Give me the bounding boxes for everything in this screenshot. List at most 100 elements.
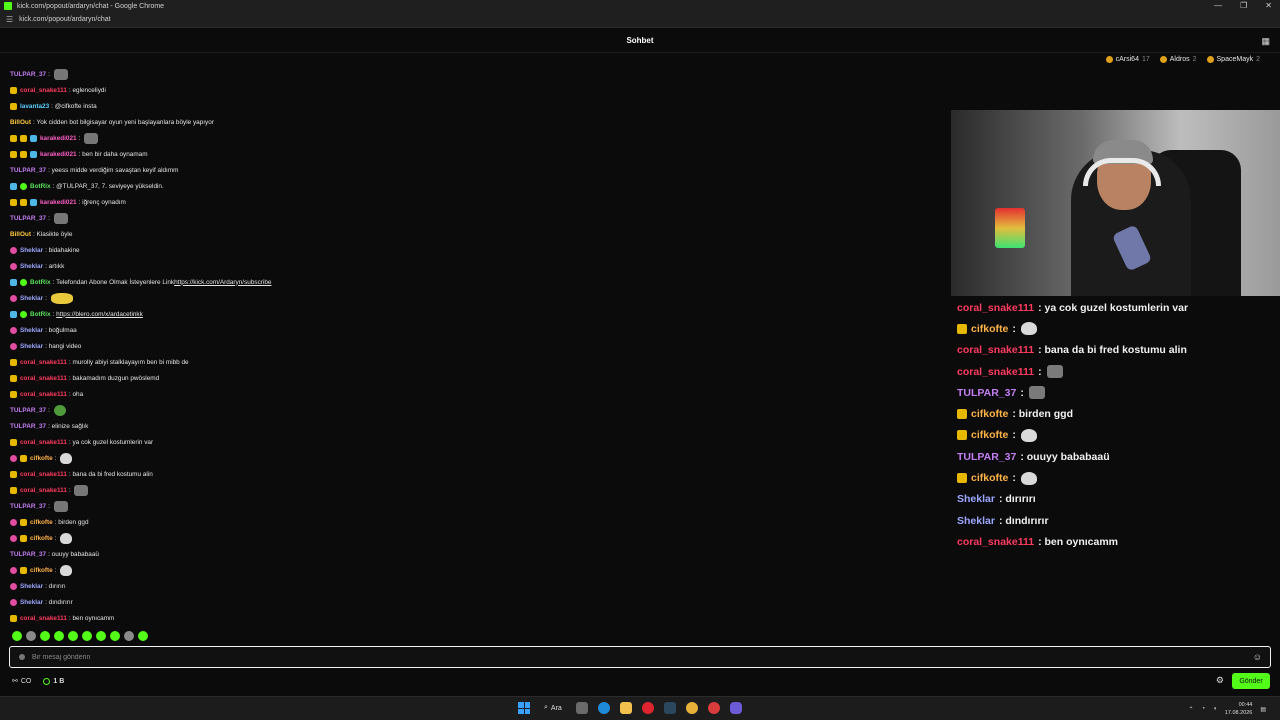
quick-emote-icon[interactable] [124,631,134,641]
chat-username[interactable]: BillOut [10,231,31,238]
chat-username[interactable]: Sheklar [20,583,43,590]
chat-username[interactable]: coral_snake111 [20,375,67,382]
chat-username[interactable]: coral_snake111 [20,487,67,494]
emote-icon[interactable] [53,212,68,224]
chat-link[interactable]: https://blero.com/x/ardacetinkk [56,311,143,318]
url-text[interactable]: kick.com/popout/ardaryn/chat [19,16,110,23]
taskbar-search[interactable]: ⌕ Ara [544,704,562,712]
chat-username[interactable]: BotRix [30,279,51,286]
subscriber-badge-icon[interactable] [10,374,17,382]
moderator-badge-icon[interactable] [30,198,37,206]
subscriber-badge-icon[interactable] [20,566,27,574]
quick-emote-icon[interactable] [96,631,106,641]
chat-username[interactable]: TULPAR_37 [10,503,46,510]
opera-icon[interactable] [641,702,654,714]
quick-emote-icon[interactable] [12,631,22,641]
chat-username[interactable]: BotRix [30,183,51,190]
subscriber-badge-icon[interactable] [10,470,17,478]
subscriber-badge-icon[interactable] [10,102,17,110]
subscriber-badge-icon[interactable] [10,614,17,622]
vip-badge-icon[interactable] [10,246,17,254]
edge-icon[interactable] [597,702,610,714]
task-view-icon[interactable] [575,702,588,714]
emote-icon[interactable] [53,68,68,80]
maximize-button[interactable]: ❐ [1240,0,1247,12]
subscriber-badge-icon[interactable] [20,534,27,542]
verified-badge-icon[interactable] [20,310,27,318]
quick-emote-icon[interactable] [68,631,78,641]
windows-start-icon[interactable] [518,702,530,714]
chat-username[interactable]: TULPAR_37 [10,407,46,414]
chat-username[interactable]: Sheklar [20,263,43,270]
verified-badge-icon[interactable] [20,182,27,190]
chat-username[interactable]: lavanta23 [20,103,49,110]
wifi-icon[interactable]: ◔ [1202,706,1206,712]
vip-badge-icon[interactable] [10,566,17,574]
chat-username[interactable]: BotRix [30,311,51,318]
quick-emote-icon[interactable] [110,631,120,641]
discord-icon[interactable] [729,702,742,714]
subscriber-badge-icon[interactable] [10,198,17,206]
subscriber-badge-icon[interactable] [10,134,17,142]
subscriber-badge-icon[interactable] [10,486,17,494]
chat-username[interactable]: cifkofte [30,535,53,542]
kick-points[interactable]: 1 B [43,677,64,685]
quick-emote-icon[interactable] [82,631,92,641]
chat-messages[interactable]: TULPAR_37: coral_snake111: eglenceliydi l… [10,66,610,626]
chat-username[interactable]: coral_snake111 [20,87,67,94]
quick-emote-icon[interactable] [138,631,148,641]
notifications-icon[interactable]: ▤ [1260,706,1266,713]
tray-chevron-icon[interactable]: ⌃ [1189,706,1194,713]
chat-username[interactable]: coral_snake111 [20,359,67,366]
app-icon[interactable] [707,702,720,714]
subscriber-badge-icon[interactable] [10,86,17,94]
gifter-1[interactable]: Aldros 2 [1159,56,1197,63]
subscriber-badge-icon[interactable] [20,134,27,142]
emote-icon[interactable] [84,132,99,144]
chat-username[interactable]: cifkofte [30,567,53,574]
emote-icon[interactable] [60,532,73,544]
chat-username[interactable]: karakedi021 [40,151,77,158]
chat-username[interactable]: cifkofte [30,455,53,462]
gifter-2[interactable]: SpaceMayk 2 [1206,56,1260,63]
vip-badge-icon[interactable] [10,294,17,302]
chat-username[interactable]: TULPAR_37 [10,215,46,222]
chat-username[interactable]: TULPAR_37 [10,423,46,430]
chat-username[interactable]: Sheklar [20,327,43,334]
subscriber-badge-icon[interactable] [10,390,17,398]
send-button[interactable]: Gönder [1232,673,1270,689]
emote-icon[interactable] [53,500,68,512]
chat-username[interactable]: TULPAR_37 [10,551,46,558]
moderator-badge-icon[interactable] [10,310,17,318]
steam-icon[interactable] [663,702,676,714]
moderator-badge-icon[interactable] [10,182,17,190]
verified-badge-icon[interactable] [20,278,27,286]
chat-username[interactable]: karakedi021 [40,135,77,142]
emote-icon[interactable] [60,564,73,576]
input-badge-icon[interactable] [19,654,25,660]
message-input-box[interactable]: ☺ [9,646,1271,668]
chat-username[interactable]: coral_snake111 [20,391,67,398]
vip-badge-icon[interactable] [10,342,17,350]
emote-icon[interactable] [50,292,73,304]
channel-points[interactable]: ⚯ CO [12,677,31,686]
subscriber-badge-icon[interactable] [10,358,17,366]
chat-username[interactable]: Sheklar [20,599,43,606]
emote-icon[interactable] [53,404,66,416]
moderator-badge-icon[interactable] [30,150,37,158]
subscriber-badge-icon[interactable] [20,198,27,206]
moderator-badge-icon[interactable] [10,278,17,286]
vip-badge-icon[interactable] [10,598,17,606]
chat-username[interactable]: Sheklar [20,295,43,302]
chat-username[interactable]: Sheklar [20,343,43,350]
minimize-button[interactable]: — [1214,0,1222,12]
gifter-0[interactable]: cArsi64 17 [1105,56,1150,63]
vip-badge-icon[interactable] [10,518,17,526]
quick-emote-icon[interactable] [26,631,36,641]
chat-username[interactable]: TULPAR_37 [10,71,46,78]
chrome-icon[interactable] [685,702,698,714]
subscriber-badge-icon[interactable] [10,438,17,446]
clock[interactable]: 00:44 17.08.2026 [1225,701,1253,717]
vip-badge-icon[interactable] [10,262,17,270]
chat-username[interactable]: coral_snake111 [20,439,67,446]
